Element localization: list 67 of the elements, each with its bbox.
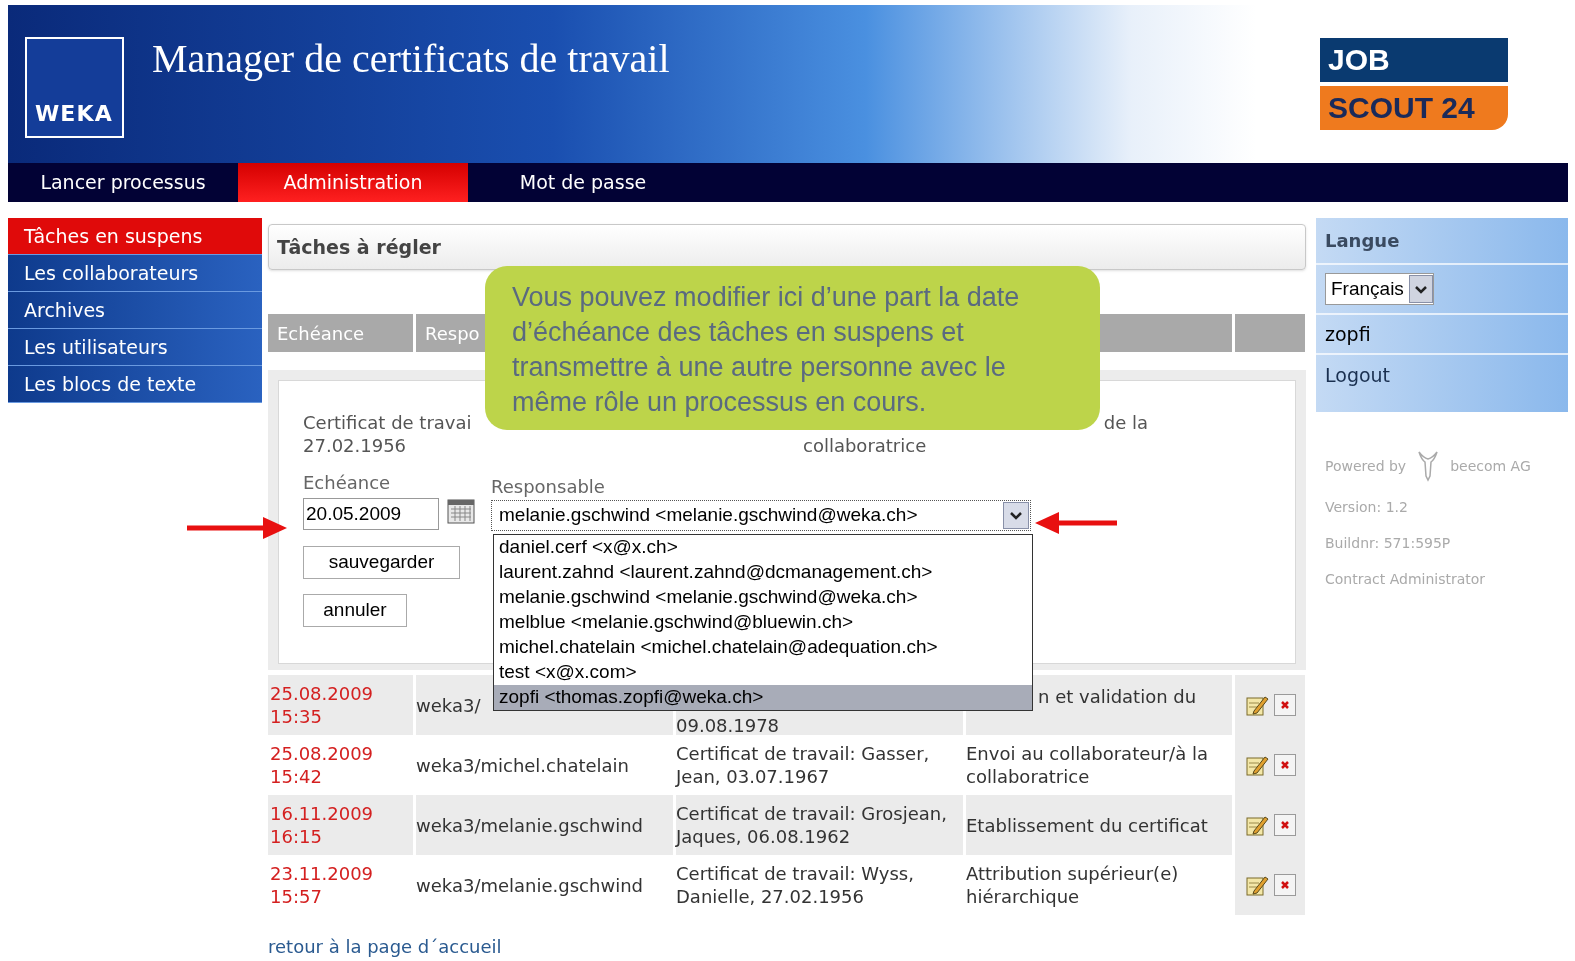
panel-title: Tâches à régler [277,234,441,260]
delete-icon[interactable] [1273,814,1296,836]
sidebar-item[interactable]: Les utilisateurs [8,329,262,366]
notepad-pencil-icon[interactable] [1244,754,1269,776]
task-cell-text: Attribution supérieur(e) hiérarchique [966,862,1180,909]
dropdown-option[interactable]: daniel.cerf <x@x.ch> [494,535,1032,560]
delete-icon[interactable] [1273,874,1296,896]
responsible-label: Responsable [491,475,606,499]
due-date-cell: 16.11.2009 16:15 [268,795,413,855]
user-cell-text: weka3/michel.chatelain [416,753,630,778]
due-date-cell-text: 23.11.2009 15:57 [269,862,375,909]
back-link[interactable]: retour à la page d´accueil [268,933,1306,960]
partner-logo: JOB SCOUT 24 [1320,38,1508,130]
due-label: Echéance [303,471,392,495]
sidebar-item[interactable]: Les blocs de texte [8,366,262,403]
dropdown-option[interactable]: laurent.zahnd <laurent.zahnd@dcmanagement.ch> [494,560,1032,585]
info-text: Contract Administrator [1325,570,1487,589]
weka-logo: WEKA [25,37,124,138]
task-text: collaboratrice [803,434,927,457]
due-date-cell: 25.08.2009 15:35 [268,675,413,735]
sidebar-item[interactable]: Tâches en suspens [8,218,262,255]
language-label: Langue [1325,229,1400,253]
arrow-icon [1035,510,1117,536]
info-text: Version: 1.2 [1325,498,1409,517]
due-date-field[interactable]: 20.05.2009 [303,498,439,530]
dropdown-option[interactable]: zopfi <thomas.zopfi@weka.ch> [494,685,1032,710]
certificate-cell-text: Certificat de travail: Gasser, Jean, 03.07.1967 [676,742,931,789]
nav-tab[interactable]: Administration [238,163,468,202]
save-button[interactable]: sauvegarder [303,546,460,579]
dropdown-caret-icon[interactable] [1408,275,1433,303]
username: zopfi [1325,321,1371,347]
certificate-text: Certificat de travai [303,411,473,434]
powered-by-text: Powered by [1325,456,1407,476]
notepad-pencil-icon[interactable] [1244,814,1269,836]
calendar-icon[interactable] [447,498,475,524]
task-cell-text: Envoi au collaborateur/à la collaboratrice [966,742,1209,789]
sidebar-item[interactable]: Archives [8,292,262,329]
task-cell: Etablissement du certificat [966,795,1232,855]
dropdown-option[interactable]: melanie.gschwind <melanie.gschwind@weka.ch> [494,585,1032,610]
certificate-cell: Certificat de travail: Grosjean, Jaques, 06.08.1962 [676,795,963,855]
company-name: beecom AG [1450,456,1531,476]
notepad-pencil-icon[interactable] [1244,874,1269,896]
arrow-icon [187,515,287,541]
task-text: de la [1103,411,1148,434]
goat-head-icon [1416,450,1441,482]
column-header [1235,314,1305,352]
dropdown-option[interactable]: michel.chatelain <michel.chatelain@adequation.ch> [494,635,1032,660]
dropdown-caret-icon[interactable] [1003,502,1029,529]
notepad-pencil-icon[interactable] [1244,694,1269,716]
certificate-text: 27.02.1956 [303,434,408,457]
certificate-cell-text: Certificat de travail: Wyss, Danielle, 27.02.1956 [676,862,915,909]
delete-icon[interactable] [1273,694,1296,716]
due-date-cell-text: 25.08.2009 15:42 [269,742,375,789]
user-cell-text: weka3/melanie.gschwind [416,873,644,898]
language-select[interactable]: Français [1325,273,1434,305]
app-title: Manager de certificats de travail [152,39,670,79]
user-cell: weka3/melanie.gschwind [416,795,673,855]
nav-tab[interactable]: Mot de passe [468,163,698,202]
column-header: Echéance [268,314,413,352]
logout-link[interactable]: Logout [1325,360,1391,390]
delete-icon[interactable] [1273,754,1296,776]
dropdown-option[interactable]: melblue <melanie.gschwind@bluewin.ch> [494,610,1032,635]
info-text: Buildnr: 571:595P [1325,534,1452,553]
cancel-button[interactable]: annuler [303,594,407,627]
nav-tab[interactable]: Lancer processus [8,163,238,202]
responsible-select[interactable]: melanie.gschwind <melanie.gschwind@weka.ch> [491,500,1031,531]
sidebar-item[interactable]: Les collaborateurs [8,255,262,292]
